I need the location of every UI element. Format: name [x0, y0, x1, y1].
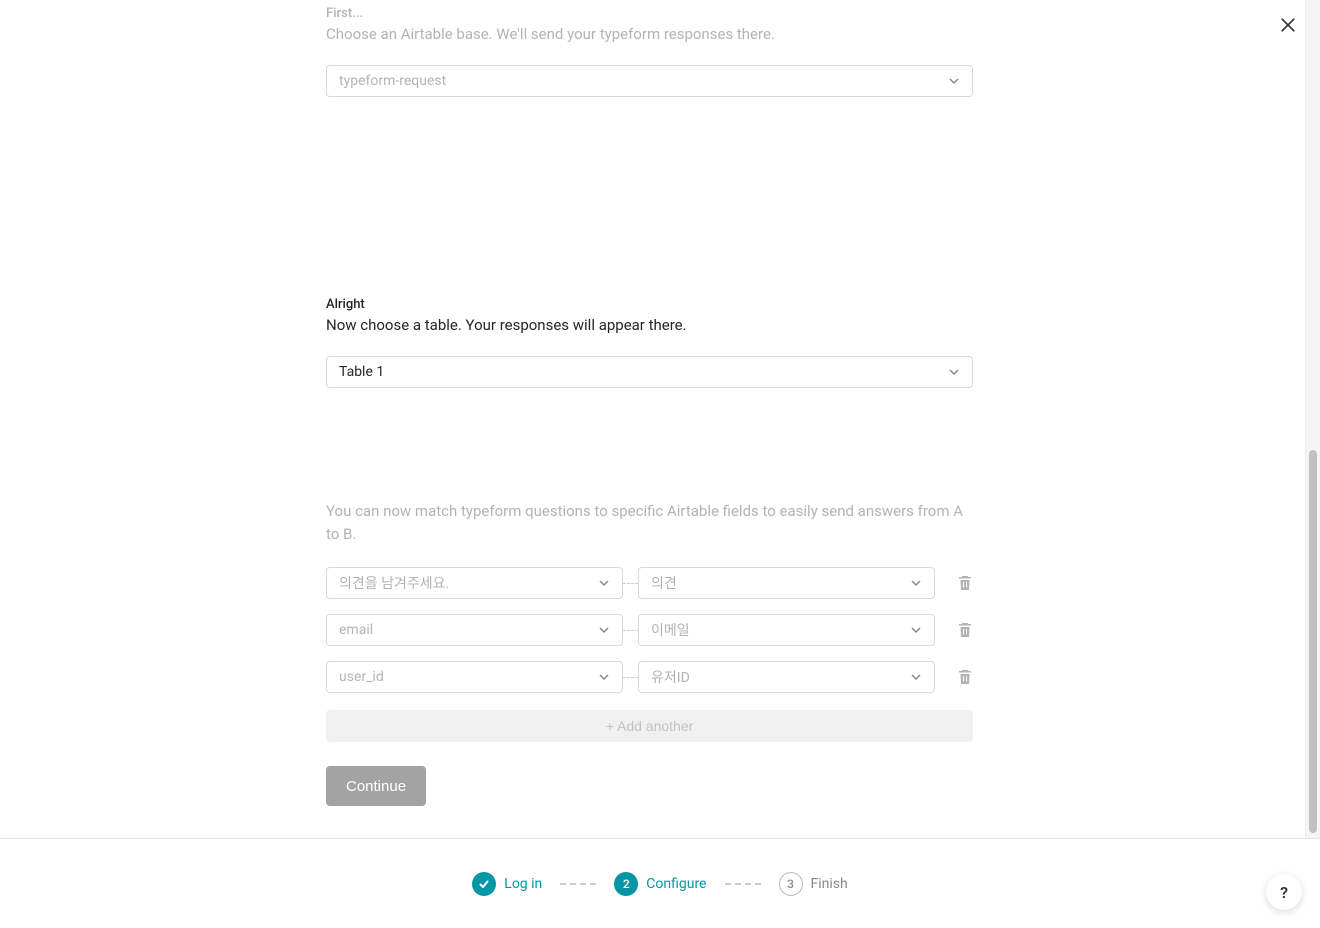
chevron-down-icon — [910, 671, 922, 683]
scrollbar-thumb[interactable] — [1309, 450, 1317, 833]
connector-line — [623, 583, 638, 584]
add-another-button[interactable]: + Add another — [326, 710, 973, 742]
base-select-value: typeform-request — [339, 73, 446, 89]
base-select[interactable]: typeform-request — [326, 65, 973, 97]
table-eyebrow: Alright — [326, 297, 973, 312]
step-number: 2 — [614, 872, 638, 896]
mapping-row: email 이메일 — [326, 614, 973, 646]
footer-stepper: Log in 2 Configure 3 Finish — [0, 838, 1320, 928]
step-finish: 3 Finish — [779, 872, 848, 896]
field-mapping-section: You can now match typeform questions to … — [326, 500, 973, 806]
scrollbar-track[interactable] — [1305, 0, 1320, 838]
select-value: 유저ID — [651, 667, 690, 687]
step-login[interactable]: Log in — [472, 872, 542, 896]
select-value: user_id — [339, 669, 384, 685]
main-scroll-area: First... Choose an Airtable base. We'll … — [0, 0, 1305, 838]
select-value: email — [339, 622, 373, 638]
delete-row-button[interactable] — [957, 575, 973, 591]
select-value: 이메일 — [651, 620, 690, 640]
typeform-question-select[interactable]: user_id — [326, 661, 623, 693]
chevron-down-icon — [948, 75, 960, 87]
table-prompt: Now choose a table. Your responses will … — [326, 316, 973, 334]
connector-line — [623, 630, 638, 631]
help-button[interactable]: ? — [1266, 874, 1302, 910]
step-label: Log in — [504, 876, 542, 892]
airtable-field-select[interactable]: 유저ID — [638, 661, 935, 693]
check-icon — [472, 872, 496, 896]
step-divider — [725, 883, 761, 885]
typeform-question-select[interactable]: 의견을 남겨주세요. — [326, 567, 623, 599]
step-label: Configure — [646, 876, 706, 892]
chevron-down-icon — [910, 577, 922, 589]
select-value: 의견을 남겨주세요. — [339, 573, 449, 593]
close-button[interactable] — [1278, 15, 1298, 35]
chevron-down-icon — [948, 366, 960, 378]
step-divider — [560, 883, 596, 885]
chevron-down-icon — [598, 624, 610, 636]
table-select[interactable]: Table 1 — [326, 356, 973, 388]
choose-base-section: First... Choose an Airtable base. We'll … — [326, 6, 973, 97]
delete-row-button[interactable] — [957, 622, 973, 638]
airtable-field-select[interactable]: 의견 — [638, 567, 935, 599]
chevron-down-icon — [910, 624, 922, 636]
mapping-row: user_id 유저ID — [326, 661, 973, 693]
step-configure[interactable]: 2 Configure — [614, 872, 706, 896]
connector-line — [623, 677, 638, 678]
continue-button[interactable]: Continue — [326, 766, 426, 806]
mapping-row: 의견을 남겨주세요. 의견 — [326, 567, 973, 599]
base-prompt: Choose an Airtable base. We'll send your… — [326, 25, 973, 43]
delete-row-button[interactable] — [957, 669, 973, 685]
mapping-instruction: You can now match typeform questions to … — [326, 500, 973, 545]
chevron-down-icon — [598, 577, 610, 589]
step-number: 3 — [779, 872, 803, 896]
step-label: Finish — [811, 876, 848, 892]
base-eyebrow: First... — [326, 6, 973, 21]
table-select-value: Table 1 — [339, 364, 384, 380]
typeform-question-select[interactable]: email — [326, 614, 623, 646]
help-icon: ? — [1280, 883, 1288, 902]
chevron-down-icon — [598, 671, 610, 683]
airtable-field-select[interactable]: 이메일 — [638, 614, 935, 646]
select-value: 의견 — [651, 573, 677, 593]
choose-table-section: Alright Now choose a table. Your respons… — [326, 297, 973, 388]
